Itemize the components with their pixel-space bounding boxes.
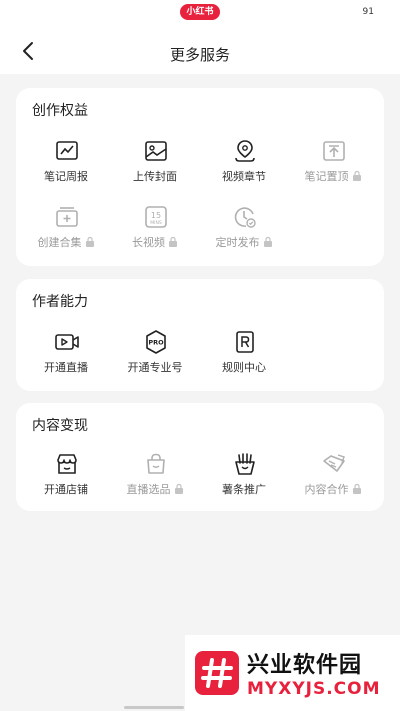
watermark-title: 兴业软件园: [247, 653, 363, 678]
service-label: 长视频: [117, 234, 193, 250]
store-icon: [57, 454, 77, 474]
handshake-icon: [323, 454, 345, 472]
service-pin-note[interactable]: 笔记置顶: [295, 138, 371, 198]
service-note-weekly-report[interactable]: 笔记周报: [28, 138, 104, 198]
image-icon: [145, 141, 167, 161]
section-title: 作者能力: [32, 294, 88, 310]
home-indicator: [124, 706, 184, 709]
lock-icon: [174, 483, 183, 494]
svg-text:15: 15: [151, 211, 161, 220]
fries-icon: [235, 453, 255, 475]
service-label: 上传封面: [133, 170, 177, 183]
hash-logo-icon: [195, 651, 239, 695]
service-label-text: 内容合作: [304, 483, 349, 496]
service-fries-promotion[interactable]: 薯条推广: [206, 451, 282, 511]
site-watermark: 兴业软件园 MYXYJS.COM: [185, 635, 400, 711]
service-content-cooperation[interactable]: 内容合作: [295, 451, 371, 511]
service-create-collection[interactable]: 创建合集: [28, 204, 104, 264]
section-title: 创作权益: [32, 103, 88, 119]
service-label: 直播选品: [117, 481, 193, 497]
service-label: 开通直播: [44, 361, 88, 374]
location-pin-icon: [235, 140, 255, 162]
app-badge: 小红书: [180, 4, 220, 20]
lock-icon: [85, 236, 94, 247]
service-label: 视频章节: [222, 170, 266, 183]
pin-top-icon: [323, 141, 345, 161]
service-label-text: 创建合集: [37, 236, 82, 249]
lock-icon: [352, 483, 361, 494]
service-label-text: 长视频: [132, 236, 165, 249]
scheduled-clock-icon: [234, 207, 256, 228]
service-label: 内容合作: [295, 481, 371, 497]
service-label: 定时发布: [206, 234, 282, 250]
battery-level: 91: [362, 7, 374, 17]
service-label: 开通店铺: [44, 483, 88, 496]
service-label: 笔记置顶: [295, 168, 371, 184]
service-open-store[interactable]: 开通店铺: [28, 451, 104, 511]
collection-icon: [56, 207, 78, 227]
lock-icon: [169, 236, 177, 247]
section-title: 内容变现: [32, 418, 88, 434]
lock-icon: [263, 236, 272, 247]
service-label-text: 笔记置顶: [304, 170, 349, 183]
shopping-bag-icon: [147, 453, 165, 474]
watermark-url: MYXYJS.COM: [247, 679, 381, 699]
service-upload-cover[interactable]: 上传封面: [117, 138, 193, 198]
svg-text:PRO: PRO: [148, 339, 164, 347]
svg-text:MINS: MINS: [150, 220, 162, 226]
rules-book-icon: [236, 331, 254, 353]
service-label: 规则中心: [222, 361, 266, 374]
service-open-live[interactable]: 开通直播: [28, 329, 104, 389]
section-monetization: 内容变现 开通店铺 直播选品 薯条推广 内容合作: [16, 403, 384, 511]
chart-icon: [56, 141, 78, 160]
service-label-text: 定时发布: [215, 236, 260, 249]
service-label: 薯条推广: [222, 483, 266, 496]
nav-bar: 更多服务: [0, 26, 400, 74]
fifteen-mins-icon: 15 MINS: [145, 206, 167, 228]
service-rules-center[interactable]: 规则中心: [206, 329, 282, 389]
service-label: 笔记周报: [44, 170, 88, 183]
live-play-icon: [55, 334, 79, 350]
pro-badge-icon: PRO: [146, 330, 166, 354]
service-live-product-selection[interactable]: 直播选品: [117, 451, 193, 511]
service-open-pro-account[interactable]: PRO 开通专业号: [117, 329, 193, 389]
lock-icon: [352, 170, 361, 181]
service-scheduled-publish[interactable]: 定时发布: [206, 204, 282, 264]
service-long-video[interactable]: 15 MINS 长视频: [117, 204, 193, 264]
service-label: 开通专业号: [127, 361, 183, 374]
page-title: 更多服务: [169, 46, 230, 64]
service-video-chapters[interactable]: 视频章节: [206, 138, 282, 198]
service-label: 创建合集: [28, 234, 104, 250]
service-label-text: 直播选品: [126, 483, 171, 496]
section-creator-rights: 创作权益 笔记周报 上传封面 视频章节 笔记置顶 创建合集 15 MINS 长视…: [16, 88, 384, 266]
status-bar: 小红书 91: [0, 0, 400, 26]
section-author-abilities: 作者能力 开通直播 PRO 开通专业号 规则中心: [16, 279, 384, 391]
